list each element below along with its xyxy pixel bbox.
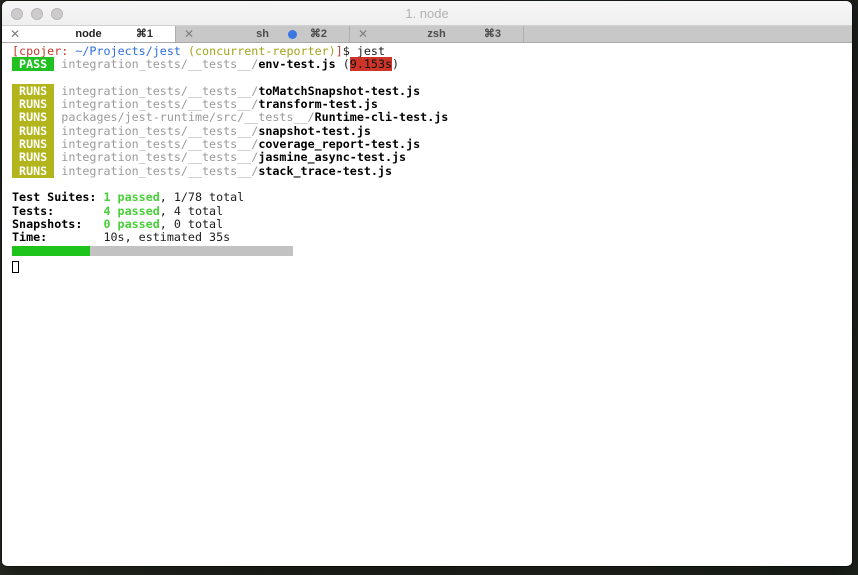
tab-sh[interactable]: ✕ sh ⌘2 [176, 26, 350, 42]
tab-node[interactable]: ✕ node ⌘1 [2, 26, 176, 42]
tab-zsh[interactable]: ✕ zsh ⌘3 [350, 26, 524, 42]
terminal-text-segment: , 1/78 total [159, 190, 245, 205]
terminal-window: 1. node ✕ node ⌘1 ✕ sh ⌘2 ✕ zsh ⌘3 [cpoj… [2, 1, 852, 566]
terminal-text-segment: ~/Projects/jest [75, 44, 181, 58]
tab-activity-indicator-icon [288, 30, 297, 39]
terminal-text-segment: $ jest [342, 44, 386, 58]
terminal-text-segment: 1 passed [103, 190, 160, 205]
terminal-text-segment: RUNS [12, 123, 55, 138]
terminal-line: RUNS integration_tests/__tests__/snapsho… [12, 123, 852, 138]
terminal-text-segment: ) [392, 57, 400, 72]
terminal-text-segment: RUNS [12, 163, 55, 178]
terminal-text-segment: integration_tests/__tests__/ [61, 137, 259, 152]
terminal-text-segment: toMatchSnapshot-test.js [258, 83, 421, 98]
terminal-cursor-line [12, 260, 852, 273]
tab-shortcut: ⌘3 [483, 28, 501, 40]
terminal-text-segment: Time: [12, 230, 104, 245]
terminal-text-segment: 10s, estimated 35s [103, 230, 231, 245]
terminal-text-segment: integration_tests/__tests__/ [61, 123, 259, 138]
window-title: 1. node [405, 6, 449, 21]
terminal-text-segment: 0 passed [103, 216, 160, 231]
terminal-text-segment: snapshot-test.js [258, 123, 371, 138]
terminal-text-segment: packages/jest-runtime/src/__tests__/ [61, 110, 315, 125]
terminal-text-segment: Snapshots: [12, 216, 104, 231]
tab-shortcut: ⌘2 [309, 28, 327, 40]
progress-bar [12, 246, 852, 259]
terminal-line: PASS integration_tests/__tests__/env-tes… [12, 57, 852, 72]
tab-bar-filler [524, 26, 852, 42]
terminal-text-segment: coverage_report-test.js [258, 137, 421, 152]
terminal-text-segment: env-test.js [258, 57, 336, 72]
terminal-line: Time: 10s, estimated 35s [12, 231, 852, 244]
terminal-text-segment: integration_tests/__tests__/ [61, 97, 259, 112]
terminal-text-segment: Test Suites: [12, 190, 104, 205]
terminal-line: RUNS integration_tests/__tests__/jasmine… [12, 150, 852, 165]
terminal-output[interactable]: [cpojer: ~/Projects/jest (concurrent-rep… [2, 43, 852, 565]
terminal-line: [cpojer: ~/Projects/jest (concurrent-rep… [12, 44, 852, 58]
tab-shortcut: ⌘1 [135, 28, 153, 40]
terminal-text-segment: transform-test.js [258, 97, 378, 112]
terminal-text-segment: ] [335, 44, 343, 58]
terminal-line: RUNS integration_tests/__tests__/toMatch… [12, 83, 852, 98]
terminal-text-segment: integration_tests/__tests__/ [61, 83, 259, 98]
terminal-line: RUNS integration_tests/__tests__/coverag… [12, 137, 852, 152]
terminal-text-segment: PASS [12, 57, 55, 72]
terminal-lines: [cpojer: ~/Projects/jest (concurrent-rep… [12, 44, 852, 273]
terminal-text-segment: RUNS [12, 83, 55, 98]
terminal-text-segment: integration_tests/__tests__/ [61, 57, 259, 72]
progress-bar-track [12, 246, 293, 257]
terminal-line: RUNS integration_tests/__tests__/stack_t… [12, 163, 852, 178]
terminal-text-segment: , 4 total [159, 203, 224, 218]
terminal-text-segment: integration_tests/__tests__/ [61, 150, 259, 165]
tab-bar: ✕ node ⌘1 ✕ sh ⌘2 ✕ zsh ⌘3 [2, 26, 852, 43]
progress-bar-fill [12, 246, 91, 257]
terminal-text-segment: ( [335, 57, 350, 72]
terminal-line: RUNS packages/jest-runtime/src/__tests__… [12, 110, 852, 125]
terminal-text-segment: 4 passed [103, 203, 160, 218]
terminal-text-segment: integration_tests/__tests__/ [61, 163, 259, 178]
terminal-text-segment: jasmine_async-test.js [258, 150, 407, 165]
terminal-text-segment: RUNS [12, 110, 55, 125]
terminal-text-segment: (concurrent-reporter) [187, 44, 336, 58]
terminal-text-segment: Tests: [12, 203, 104, 218]
terminal-line: Snapshots: 0 passed, 0 total [12, 216, 852, 231]
terminal-text-segment: stack_trace-test.js [258, 163, 393, 178]
terminal-text-segment: 9.153s [349, 57, 393, 72]
terminal-line: Test Suites: 1 passed, 1/78 total [12, 191, 852, 204]
terminal-line: Tests: 4 passed, 4 total [12, 203, 852, 218]
terminal-text-segment: RUNS [12, 150, 55, 165]
terminal-text-segment: , 0 total [159, 216, 224, 231]
terminal-text-segment: RUNS [12, 97, 55, 112]
window-titlebar[interactable]: 1. node [2, 1, 852, 26]
terminal-text-segment: RUNS [12, 137, 55, 152]
terminal-cursor [12, 260, 19, 273]
terminal-text-segment: [cpojer: [12, 44, 69, 58]
terminal-text-segment: Runtime-cli-test.js [314, 110, 449, 125]
terminal-line: RUNS integration_tests/__tests__/transfo… [12, 97, 852, 112]
